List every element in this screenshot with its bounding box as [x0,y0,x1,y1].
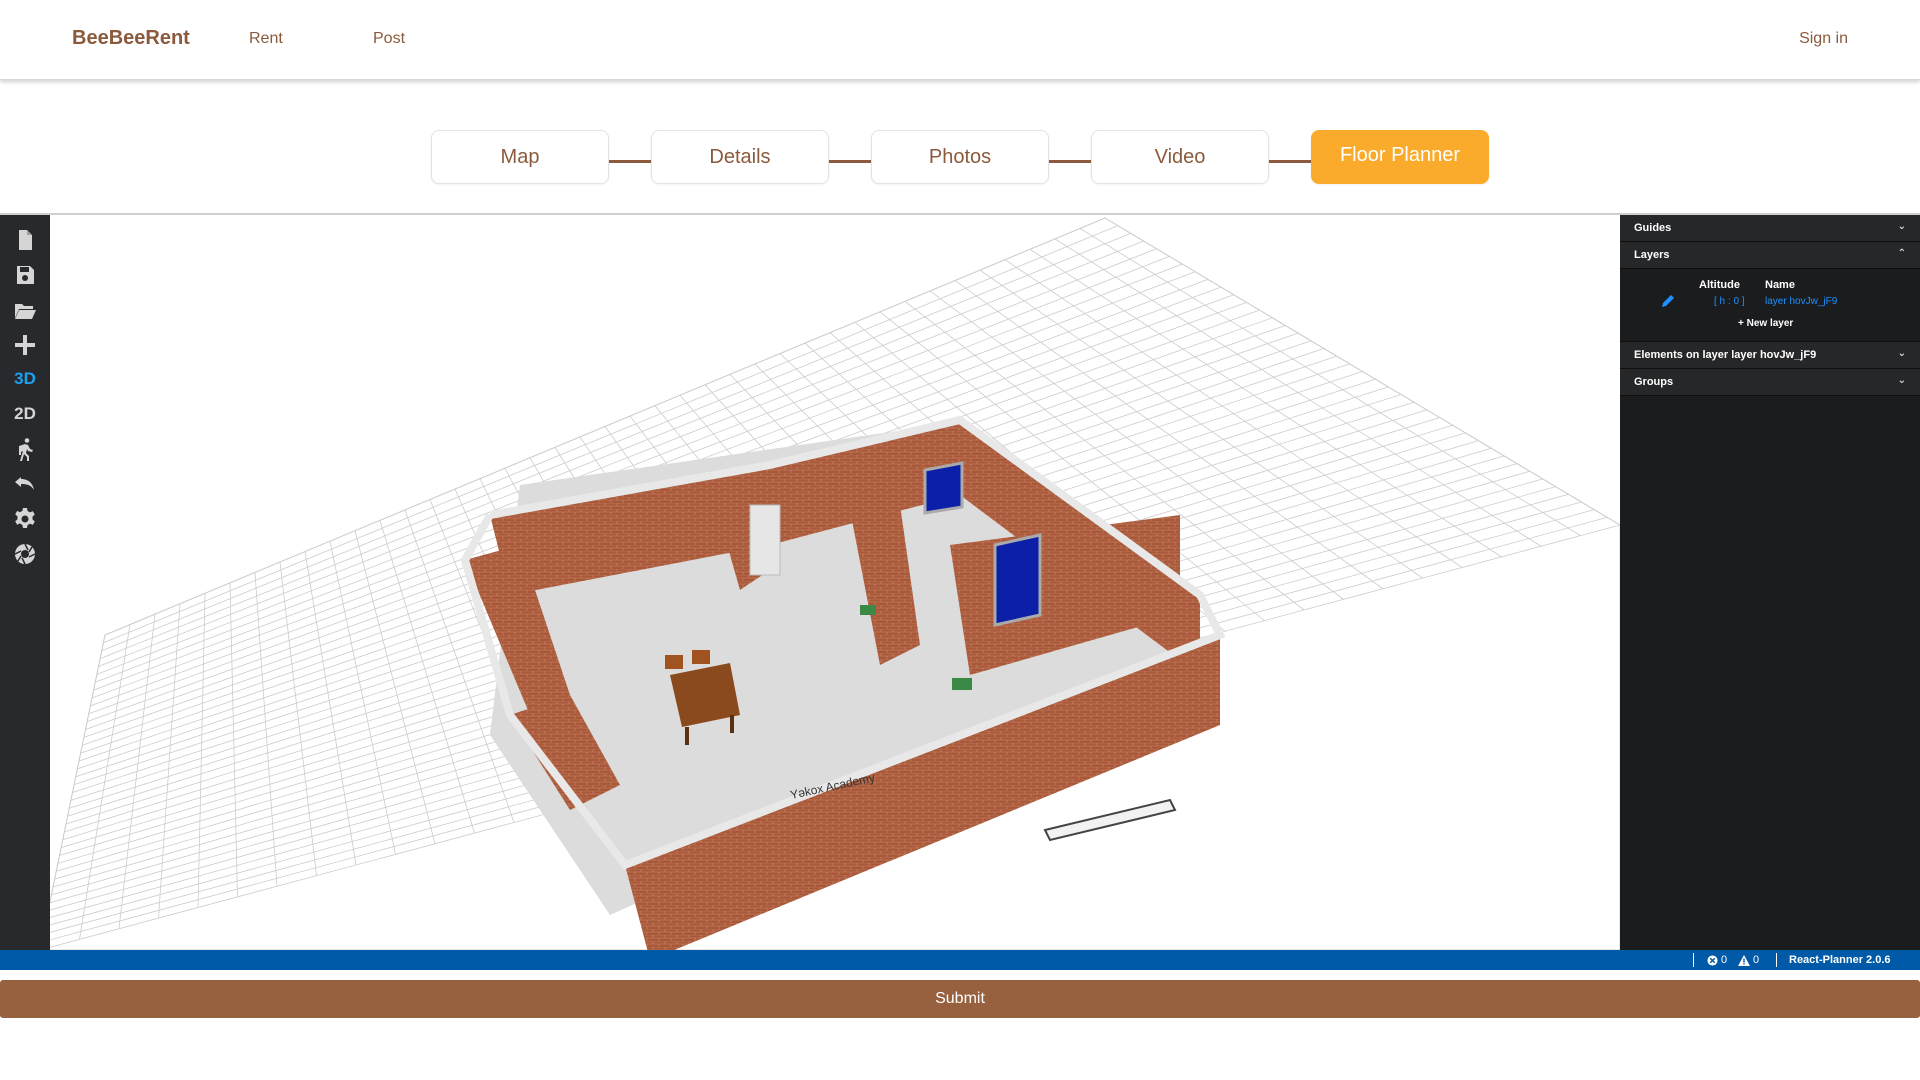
sign-in-link[interactable]: Sign in [1799,30,1848,48]
side-table-2 [952,678,972,690]
view-2d-label: 2D [14,404,36,423]
step-floor-planner[interactable]: Floor Planner [1311,130,1489,184]
chevron-down-icon: ⌄ [1897,375,1906,386]
first-person-button[interactable] [0,432,50,466]
chevron-down-icon: ⌄ [1897,348,1906,359]
chevron-down-icon: ⌄ [1897,221,1906,232]
undo-button[interactable] [0,467,50,501]
new-project-button[interactable] [0,223,50,257]
add-element-button[interactable] [0,328,50,362]
top-navbar: BeeBeeRent Rent Post Sign in [0,0,1920,80]
warning-count[interactable]: 0 [1738,954,1759,966]
step-video[interactable]: Video [1091,130,1269,184]
side-table [860,605,876,615]
warning-icon [1738,954,1750,966]
save-project-button[interactable] [0,258,50,292]
status-divider [1776,953,1777,967]
screenshot-button[interactable] [0,537,50,571]
step-photos[interactable]: Photos [871,130,1049,184]
planner-sidebar: Guides ⌄ Layers ⌃ Altitude Name [ h : 0 … [1620,215,1920,950]
elements-panel-header[interactable]: Elements on layer layer hovJw_jF9 ⌄ [1620,342,1920,369]
view-3d-label: 3D [14,369,36,388]
error-count[interactable]: 0 [1707,954,1727,966]
window-blue-2 [993,533,1042,627]
undo-icon [15,477,34,490]
new-file-icon [19,230,32,250]
3d-viewport[interactable]: Yəkox Academy [50,215,1620,950]
new-layer-label: New layer [1746,318,1794,329]
nav-rent-link[interactable]: Rent [249,30,283,48]
3d-scene: Yəkox Academy [50,217,1620,950]
error-count-value: 0 [1721,954,1728,966]
groups-title: Groups [1634,376,1674,388]
view-2d-button[interactable]: 2D [0,397,50,431]
layers-panel: Altitude Name [ h : 0 ] layer hovJw_jF9 … [1620,269,1920,342]
floor-planner: 3D 2D Yəkox Academy Guides ⌄ Layers ⌃ Al… [0,213,1920,970]
layers-title: Layers [1634,249,1670,261]
guides-panel-header[interactable]: Guides ⌄ [1620,215,1920,242]
layer-name[interactable]: layer hovJw_jF9 [1765,296,1837,307]
step-connector [1269,160,1311,163]
status-divider [1693,953,1694,967]
status-bar: 0 0 React-Planner 2.0.6 [0,950,1920,970]
version-label: React-Planner 2.0.6 [1789,954,1891,966]
step-connector [1049,160,1091,163]
walking-person-icon [19,438,33,461]
plus-icon [15,335,35,355]
door-interior [749,504,781,576]
camera-shutter-icon [14,543,36,565]
step-tabs: Map Details Photos Video Floor Planner [0,130,1920,184]
window-blue-1 [923,461,964,515]
chevron-up-icon: ⌃ [1897,248,1906,259]
step-connector [829,160,871,163]
view-3d-button[interactable]: 3D [0,362,50,396]
step-map[interactable]: Map [431,130,609,184]
step-details[interactable]: Details [651,130,829,184]
brand-logo[interactable]: BeeBeeRent [72,27,190,50]
layers-panel-header[interactable]: Layers ⌃ [1620,242,1920,269]
layer-altitude: [ h : 0 ] [1714,296,1745,307]
gear-icon [15,508,35,528]
step-connector [609,160,651,163]
name-header: Name [1765,279,1795,291]
planner-toolbar: 3D 2D [0,215,50,950]
groups-panel-header[interactable]: Groups ⌄ [1620,369,1920,396]
submit-button[interactable]: Submit [0,980,1920,1018]
plus-icon: + [1738,318,1747,329]
elements-title: Elements on layer layer hovJw_jF9 [1634,349,1817,361]
error-icon [1707,954,1718,966]
warning-count-value: 0 [1753,954,1760,966]
guides-title: Guides [1634,222,1672,234]
save-icon [17,266,34,284]
nav-post-link[interactable]: Post [373,30,405,48]
open-project-button[interactable] [0,293,50,327]
pencil-icon[interactable] [1660,293,1676,309]
altitude-header: Altitude [1699,279,1740,291]
new-layer-button[interactable]: + New layer [1738,318,1793,329]
folder-open-icon [15,304,36,319]
settings-button[interactable] [0,502,50,536]
